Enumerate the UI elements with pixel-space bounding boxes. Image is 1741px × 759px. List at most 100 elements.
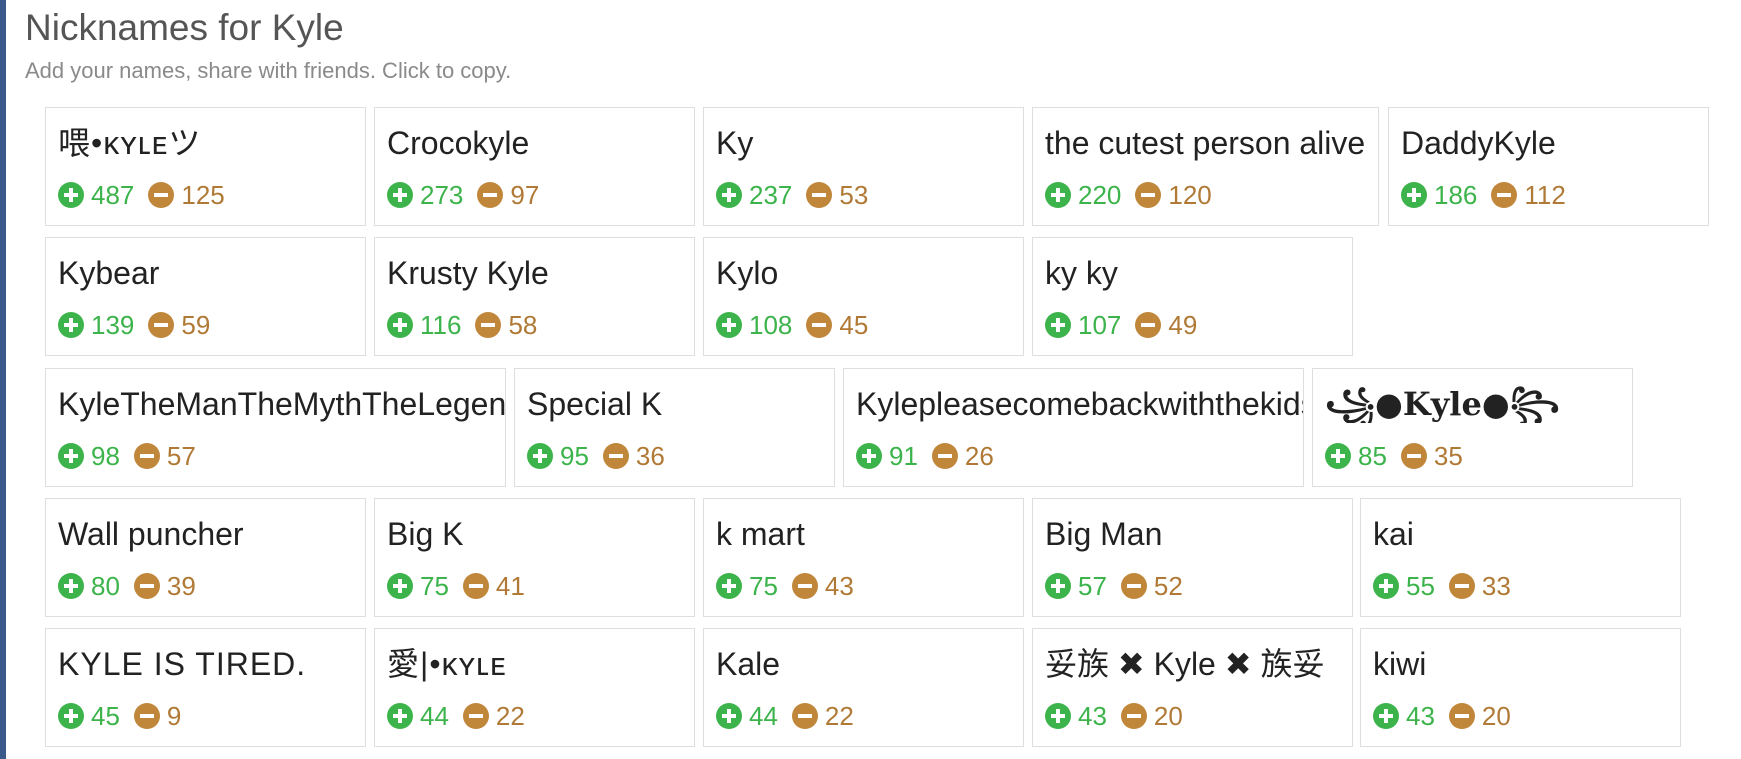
nickname-card[interactable]: kai 55 33 <box>1360 498 1681 617</box>
left-rail <box>0 0 6 759</box>
downvote-count: 45 <box>839 310 869 340</box>
nickname-text: 愛|•ᴋʏʟᴇ <box>387 646 507 682</box>
minus-circle-icon[interactable] <box>1120 703 1147 729</box>
minus-circle-icon[interactable] <box>1491 182 1518 208</box>
vote-row: 108 45 <box>716 310 868 340</box>
nickname-card[interactable]: the cutest person alive 220 120 <box>1032 107 1379 226</box>
plus-circle-icon[interactable] <box>1373 703 1399 729</box>
minus-circle-icon[interactable] <box>462 573 489 599</box>
minus-circle-icon[interactable] <box>475 312 502 338</box>
downvote-count: 52 <box>1153 571 1183 601</box>
plus-circle-icon[interactable] <box>387 703 413 729</box>
plus-circle-icon[interactable] <box>58 703 84 729</box>
downvote-count: 33 <box>1481 571 1511 601</box>
vote-row: 43 20 <box>1373 701 1511 731</box>
plus-circle-icon[interactable] <box>716 703 742 729</box>
vote-row: 487 125 <box>58 180 225 210</box>
nickname-text: Kale <box>716 646 781 682</box>
vote-row: 107 49 <box>1045 310 1197 340</box>
plus-circle-icon[interactable] <box>58 573 84 599</box>
vote-row: 237 53 <box>716 180 868 210</box>
plus-circle-icon[interactable] <box>1325 443 1351 469</box>
minus-circle-icon[interactable] <box>791 703 818 729</box>
upvote-count: 85 <box>1358 441 1387 471</box>
upvote-count: 55 <box>1406 571 1435 601</box>
plus-circle-icon[interactable] <box>716 312 742 338</box>
nickname-card[interactable]: DaddyKyle 186 112 <box>1388 107 1709 226</box>
nickname-text: kiwi <box>1373 646 1427 682</box>
vote-row: 95 36 <box>527 441 665 471</box>
minus-circle-icon[interactable] <box>806 312 833 338</box>
minus-circle-icon[interactable] <box>148 182 175 208</box>
plus-circle-icon[interactable] <box>58 443 84 469</box>
nickname-card[interactable]: Kylepleasecomebackwiththekids 91 26 <box>843 368 1304 487</box>
plus-circle-icon[interactable] <box>1401 182 1427 208</box>
minus-circle-icon[interactable] <box>1135 312 1162 338</box>
upvote-count: 186 <box>1434 180 1478 210</box>
plus-circle-icon[interactable] <box>387 573 413 599</box>
upvote-count: 57 <box>1078 571 1107 601</box>
vote-row: 98 57 <box>58 441 196 471</box>
minus-circle-icon[interactable] <box>477 182 504 208</box>
plus-circle-icon[interactable] <box>716 182 742 208</box>
nickname-card[interactable]: Ky 237 53 <box>703 107 1024 226</box>
nickname-text: kai <box>1373 516 1414 552</box>
plus-circle-icon[interactable] <box>527 443 553 469</box>
downvote-count: 36 <box>635 441 665 471</box>
plus-circle-icon[interactable] <box>716 573 742 599</box>
plus-circle-icon[interactable] <box>387 182 413 208</box>
plus-circle-icon[interactable] <box>1045 312 1071 338</box>
nickname-card[interactable]: 愛|•ᴋʏʟᴇ 44 22 <box>374 628 695 747</box>
minus-circle-icon[interactable] <box>806 182 833 208</box>
minus-circle-icon[interactable] <box>1448 703 1475 729</box>
nickname-card[interactable]: Krusty Kyle 116 58 <box>374 237 695 356</box>
downvote-count: 59 <box>181 310 211 340</box>
nickname-card[interactable]: 妥族 ✖ Kyle ✖ 族妥 43 20 <box>1032 628 1353 747</box>
nickname-card[interactable]: Special K 95 36 <box>514 368 835 487</box>
downvote-count: 39 <box>166 571 196 601</box>
nickname-text: Krusty Kyle <box>387 255 549 291</box>
plus-circle-icon[interactable] <box>1045 182 1071 208</box>
nickname-card[interactable]: ꧁●𝐊𝐲𝐥𝐞●꧂ 85 35 <box>1312 368 1633 487</box>
nickname-card[interactable]: k mart 75 43 <box>703 498 1024 617</box>
plus-circle-icon[interactable] <box>856 443 882 469</box>
plus-circle-icon[interactable] <box>1373 573 1399 599</box>
downvote-count: 20 <box>1153 701 1183 731</box>
minus-circle-icon[interactable] <box>791 573 818 599</box>
minus-circle-icon[interactable] <box>1448 573 1475 599</box>
plus-circle-icon[interactable] <box>387 312 413 338</box>
nickname-card[interactable]: 喂•ᴋʏʟᴇツ 487 125 <box>45 107 366 226</box>
minus-circle-icon[interactable] <box>1400 443 1427 469</box>
plus-circle-icon[interactable] <box>58 182 84 208</box>
nickname-card[interactable]: ky ky 107 49 <box>1032 237 1353 356</box>
nickname-text: Big Man <box>1045 516 1163 552</box>
nickname-card[interactable]: Kale 44 22 <box>703 628 1024 747</box>
nickname-card[interactable]: kiwi 43 20 <box>1360 628 1681 747</box>
minus-circle-icon[interactable] <box>133 443 160 469</box>
nickname-text: Kylepleasecomebackwiththekids <box>856 386 1303 422</box>
vote-row: 75 43 <box>716 571 854 601</box>
plus-circle-icon[interactable] <box>1045 703 1071 729</box>
nickname-card[interactable]: Wall puncher 80 39 <box>45 498 366 617</box>
nickname-card[interactable]: KyleTheManTheMythTheLegend 98 57 <box>45 368 506 487</box>
nickname-card[interactable]: Big K 75 41 <box>374 498 695 617</box>
upvote-count: 44 <box>420 701 449 731</box>
plus-circle-icon[interactable] <box>58 312 84 338</box>
minus-circle-icon[interactable] <box>1135 182 1162 208</box>
nickname-card[interactable]: KYLE IS TIRED. 45 9 <box>45 628 366 747</box>
plus-circle-icon[interactable] <box>1045 573 1071 599</box>
nickname-text: 妥族 ✖ Kyle ✖ 族妥 <box>1045 646 1325 682</box>
minus-circle-icon[interactable] <box>148 312 175 338</box>
minus-circle-icon[interactable] <box>133 573 160 599</box>
minus-circle-icon[interactable] <box>133 703 160 729</box>
nickname-card[interactable]: Big Man 57 52 <box>1032 498 1353 617</box>
minus-circle-icon[interactable] <box>1120 573 1147 599</box>
nickname-card[interactable]: Kybear 139 59 <box>45 237 366 356</box>
nickname-card[interactable]: Kylo 108 45 <box>703 237 1024 356</box>
minus-circle-icon[interactable] <box>602 443 629 469</box>
nickname-card[interactable]: Crocokyle 273 97 <box>374 107 695 226</box>
downvote-count: 9 <box>166 701 182 731</box>
minus-circle-icon[interactable] <box>462 703 489 729</box>
upvote-count: 98 <box>91 441 120 471</box>
minus-circle-icon[interactable] <box>931 443 958 469</box>
